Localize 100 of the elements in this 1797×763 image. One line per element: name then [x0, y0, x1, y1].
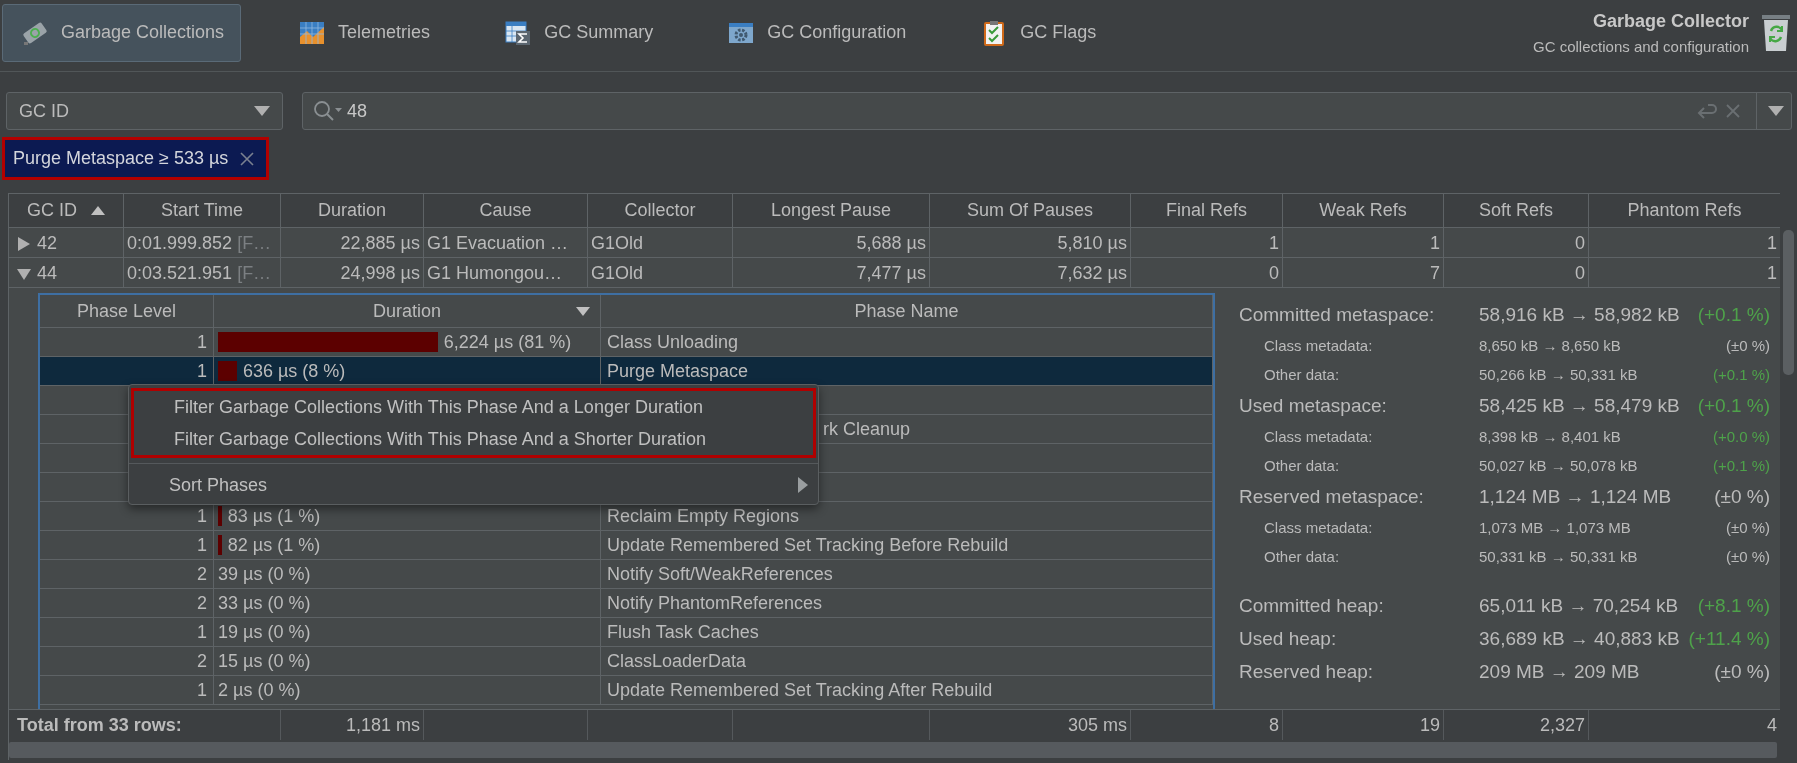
table-cell: 22,885 µs: [281, 228, 424, 258]
search-input[interactable]: 48: [347, 100, 1692, 122]
table-cell: 1: [40, 618, 214, 646]
table-cell: ClassLoaderData: [601, 647, 1213, 675]
stat-label: Other data:: [1263, 457, 1341, 474]
stat-value: 58,425 kB → 58,479 kB: [1479, 394, 1681, 417]
stat-value: 50,027 kB → 50,078 kB: [1479, 457, 1639, 474]
stat-change: (+0.0 %): [1712, 428, 1770, 445]
stat-label: Class metadata:: [1263, 519, 1374, 536]
stat-value: 8,650 kB → 8,650 kB: [1479, 337, 1622, 354]
table-cell: Flush Task Caches: [601, 618, 1213, 646]
stat-value: 36,689 kB → 40,883 kB: [1479, 627, 1681, 650]
table-cell: 44: [9, 258, 124, 288]
stat-value: 65,011 kB → 70,254 kB: [1479, 594, 1680, 617]
table-cell: 5,688 µs: [733, 228, 930, 258]
stat-label: Class metadata:: [1263, 428, 1374, 445]
table-row[interactable]: 2 15 µs (0 %) ClassLoaderData: [40, 647, 1213, 676]
stat-label: Used metaspace:: [1239, 394, 1388, 417]
stat-value: 209 MB → 209 MB: [1479, 660, 1641, 683]
table-row[interactable]: 2 33 µs (0 %) Notify PhantomReferences: [40, 589, 1213, 618]
recycle-bin-icon: [1759, 12, 1793, 53]
table-cell: G1 Humongou…: [424, 258, 588, 288]
stat-value: 58,916 kB → 58,982 kB: [1479, 303, 1681, 326]
stat-change: (±0 %): [1725, 337, 1770, 354]
stat-value: 1,124 MB → 1,124 MB: [1479, 485, 1673, 508]
table-cell-text: 33 µs (0 %): [218, 592, 311, 615]
stat-change: (±0 %): [1714, 660, 1770, 683]
table-cell-text: 15 µs (0 %): [218, 650, 311, 673]
stat-value: 8,398 kB → 8,401 kB: [1479, 428, 1622, 445]
scrollbar-thumb[interactable]: [1783, 230, 1794, 375]
stat-label: Committed heap:: [1239, 594, 1385, 617]
table-cell: 2: [40, 560, 214, 588]
table-cell: 1: [1589, 258, 1781, 288]
caret-down-icon[interactable]: [1768, 106, 1784, 116]
filter-chip-label: Purge Metaspace ≥ 533 µs: [13, 148, 229, 169]
table-cell-text: 39 µs (0 %): [218, 563, 311, 586]
stat-value: 50,331 kB → 50,331 kB: [1479, 548, 1639, 565]
stat-change: (+0.1 %): [1697, 303, 1770, 326]
tab[interactable]: GC Configuration: [708, 3, 924, 62]
table-cell: 0: [1131, 258, 1283, 288]
table-cell: 0: [1444, 258, 1589, 288]
table-cell: 7: [1283, 258, 1444, 288]
table-cell: Update Remembered Set Tracking Before Rebuild: [601, 531, 1213, 559]
column-dropdown[interactable]: GC ID: [6, 92, 283, 130]
caret-right-icon[interactable]: [17, 237, 31, 251]
stat-label: Class metadata:: [1263, 337, 1374, 354]
table-row[interactable]: 1 636 µs (8 %) Purge Metaspace: [40, 357, 1213, 386]
table-cell: G1Old: [588, 258, 733, 288]
tab[interactable]: GC Summary: [485, 3, 671, 62]
stat-label: Other data:: [1263, 548, 1341, 565]
stat-change: (±0 %): [1714, 485, 1770, 508]
table-cell: 1: [40, 676, 214, 704]
stat-change: (+0.1 %): [1697, 394, 1770, 417]
table-cell-text: 636 µs (8 %): [242, 360, 346, 383]
stat-label: Reserved heap:: [1239, 660, 1375, 683]
table-row[interactable]: 1 2 µs (0 %) Update Remembered Set Tracking After Rebuild: [40, 676, 1213, 705]
search-field[interactable]: 48: [302, 92, 1792, 130]
tab[interactable]: Telemetries: [279, 3, 448, 62]
stat-label: Reserved metaspace:: [1239, 485, 1425, 508]
table-row[interactable]: 1 19 µs (0 %) Flush Task Caches: [40, 618, 1213, 647]
table-cell: G1 Evacuation …: [424, 228, 588, 258]
stat-change: (+11.4 %): [1688, 627, 1770, 650]
table-row[interactable]: 2 39 µs (0 %) Notify Soft/WeakReferences: [40, 560, 1213, 589]
stat-change: (+0.1 %): [1712, 366, 1770, 383]
table-cell: 1: [1283, 228, 1444, 258]
menu-item[interactable]: Sort Phases: [129, 469, 818, 501]
tab[interactable]: Garbage Collections: [2, 3, 242, 62]
view-subtitle: GC collections and configuration: [1533, 37, 1749, 55]
table-cell: Update Remembered Set Tracking After Rebuild: [601, 676, 1213, 704]
table-cell-text: 6,224 µs (81 %): [443, 331, 572, 354]
table-cell: 1: [1589, 228, 1781, 258]
table-cell-text: 2 µs (0 %): [218, 679, 301, 702]
table-cell-text: 19 µs (0 %): [218, 621, 311, 644]
stat-change: (+8.1 %): [1697, 594, 1770, 617]
close-icon[interactable]: [240, 151, 255, 166]
table-cell: 1: [40, 531, 214, 559]
caret-down-icon[interactable]: [17, 267, 31, 281]
stat-label: Committed metaspace:: [1239, 303, 1436, 326]
table-cell: Notify PhantomReferences: [601, 589, 1213, 617]
stat-change: (+0.1 %): [1712, 457, 1770, 474]
table-cell: 7,632 µs: [930, 258, 1131, 288]
caret-down-icon: [254, 106, 270, 116]
table-cell: 0: [1444, 228, 1589, 258]
stat-value: 50,266 kB → 50,331 kB: [1479, 366, 1639, 383]
search-icon: [313, 100, 343, 122]
submenu-arrow-icon: [798, 477, 808, 493]
table-cell-text: 83 µs (1 %): [227, 505, 321, 528]
table-cell: Notify Soft/WeakReferences: [601, 560, 1213, 588]
table-cell: 5,810 µs: [930, 228, 1131, 258]
table-cell: G1Old: [588, 228, 733, 258]
scrollbar-thumb[interactable]: [9, 742, 1777, 758]
table-cell: 2: [40, 647, 214, 675]
table-cell: Class Unloading: [601, 328, 1213, 356]
stat-change: (±0 %): [1725, 519, 1770, 536]
table-cell: 42: [9, 228, 124, 258]
table-row[interactable]: 1 82 µs (1 %) Update Remembered Set Tracking Before Rebuild: [40, 531, 1213, 560]
table-cell: 1: [1131, 228, 1283, 258]
tab[interactable]: GC Flags: [961, 3, 1114, 62]
table-cell: 7,477 µs: [733, 258, 930, 288]
table-cell: 0:03.521.951 [F…: [124, 258, 281, 288]
